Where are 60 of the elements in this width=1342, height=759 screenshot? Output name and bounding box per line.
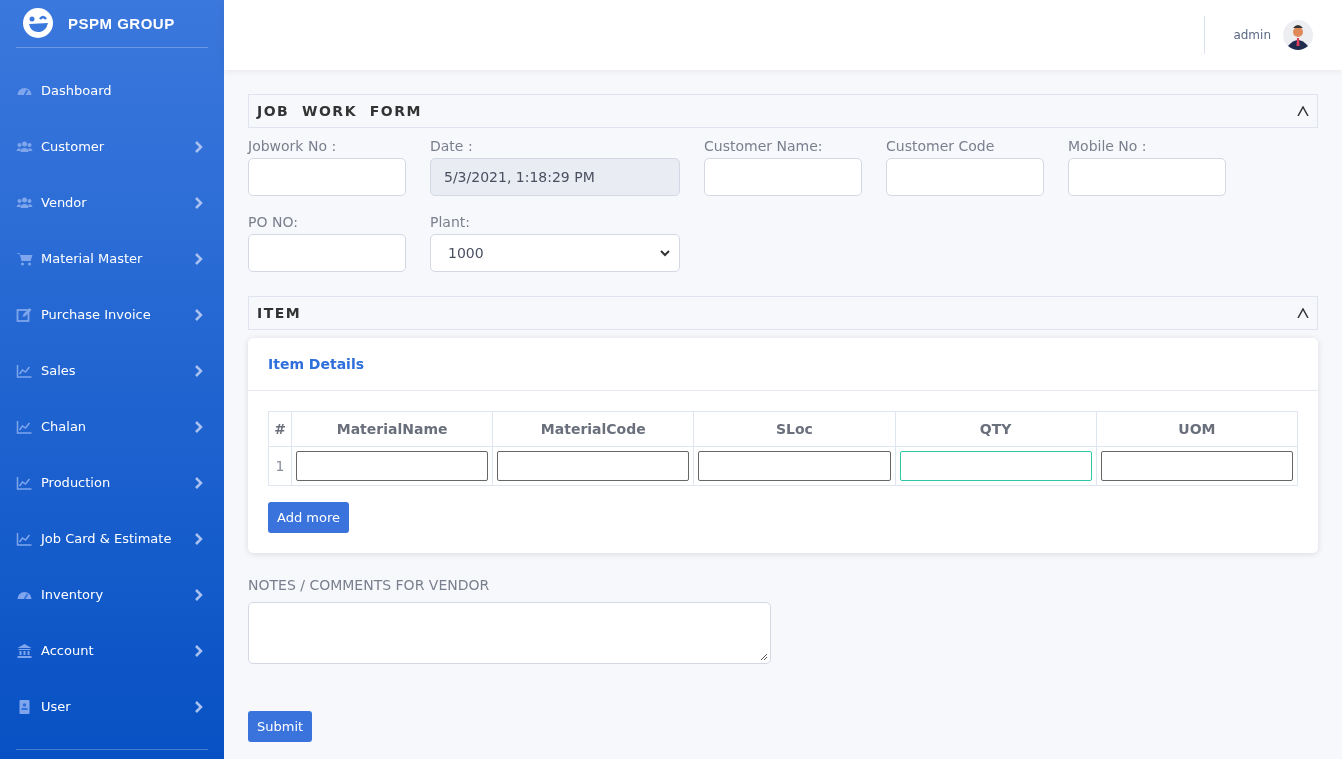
notes-label: NOTES / COMMENTS FOR VENDOR <box>248 577 491 593</box>
sidebar-item[interactable]: Inventory <box>16 566 208 623</box>
field-label: Customer Name: <box>704 138 824 154</box>
collapse-icon[interactable] <box>1297 106 1309 116</box>
input-field[interactable] <box>248 234 406 272</box>
chart-icon <box>16 474 33 491</box>
input-field[interactable] <box>1068 158 1226 196</box>
column-header: MaterialName <box>291 411 493 447</box>
card-title: Item Details <box>268 356 365 372</box>
sidebar-item[interactable]: Production <box>16 454 208 511</box>
bank-icon <box>16 642 33 659</box>
field-label: Customer Code <box>886 138 996 154</box>
field-label: Plant: <box>430 214 471 230</box>
field-label: Mobile No : <box>1068 138 1148 154</box>
column-header: UOM <box>1096 411 1298 447</box>
cart-icon <box>16 250 33 267</box>
chart-icon <box>16 418 33 435</box>
input-field[interactable] <box>248 158 406 196</box>
sidebar-item[interactable]: Material Master <box>16 230 208 287</box>
column-header: MaterialCode <box>492 411 694 447</box>
column-header: # <box>268 411 292 447</box>
table-input-field[interactable] <box>899 451 1092 481</box>
user-name[interactable]: admin <box>1233 28 1271 42</box>
sidebar-item[interactable]: Vendor <box>16 174 208 231</box>
chart-icon <box>16 530 33 547</box>
column-header: QTY <box>895 411 1097 447</box>
table-input-field[interactable] <box>497 451 690 481</box>
input-field[interactable] <box>704 158 862 196</box>
field-label: PO NO: <box>248 214 299 230</box>
table-input-field[interactable] <box>296 451 489 481</box>
input-field[interactable] <box>886 158 1044 196</box>
section-title: JOB WORK FORM <box>257 103 422 119</box>
submit-button[interactable]: Submit <box>248 711 313 742</box>
resize-grip-icon[interactable] <box>760 653 768 661</box>
field-label: Date : <box>430 138 474 154</box>
section-header[interactable]: JOB WORK FORM <box>248 94 1318 128</box>
section-title: ITEM <box>257 305 302 321</box>
sidebar-item[interactable]: Purchase Invoice <box>16 286 208 343</box>
sidebar-item[interactable]: User <box>16 678 208 735</box>
chart-icon <box>16 362 33 379</box>
table-input-field[interactable] <box>1100 451 1293 481</box>
collapse-icon[interactable] <box>1297 308 1309 318</box>
sidebar-item[interactable]: Dashboard <box>16 62 208 119</box>
sidebar-item[interactable]: Account <box>16 622 208 679</box>
row-number: 1 <box>268 446 292 486</box>
caret-icon <box>659 248 671 258</box>
column-header: SLoc <box>693 411 896 447</box>
add-more-button[interactable]: Add more <box>268 502 349 533</box>
field-label: Jobwork No : <box>248 138 338 154</box>
edit-icon <box>16 306 33 323</box>
sidebar-item[interactable]: Job Card & Estimate <box>16 510 208 567</box>
sidebar-item[interactable]: Sales <box>16 342 208 399</box>
plant-select[interactable]: 1000 <box>430 234 680 272</box>
table-input-field[interactable] <box>698 451 891 481</box>
avatar-icon[interactable] <box>1283 20 1313 50</box>
smiley-logo-icon <box>22 7 54 40</box>
section-header[interactable]: ITEM <box>248 296 1318 330</box>
sidebar-item[interactable]: Customer <box>16 118 208 175</box>
brand-name: PSPM GROUP <box>68 14 175 32</box>
sidebar-item[interactable]: Chalan <box>16 398 208 455</box>
